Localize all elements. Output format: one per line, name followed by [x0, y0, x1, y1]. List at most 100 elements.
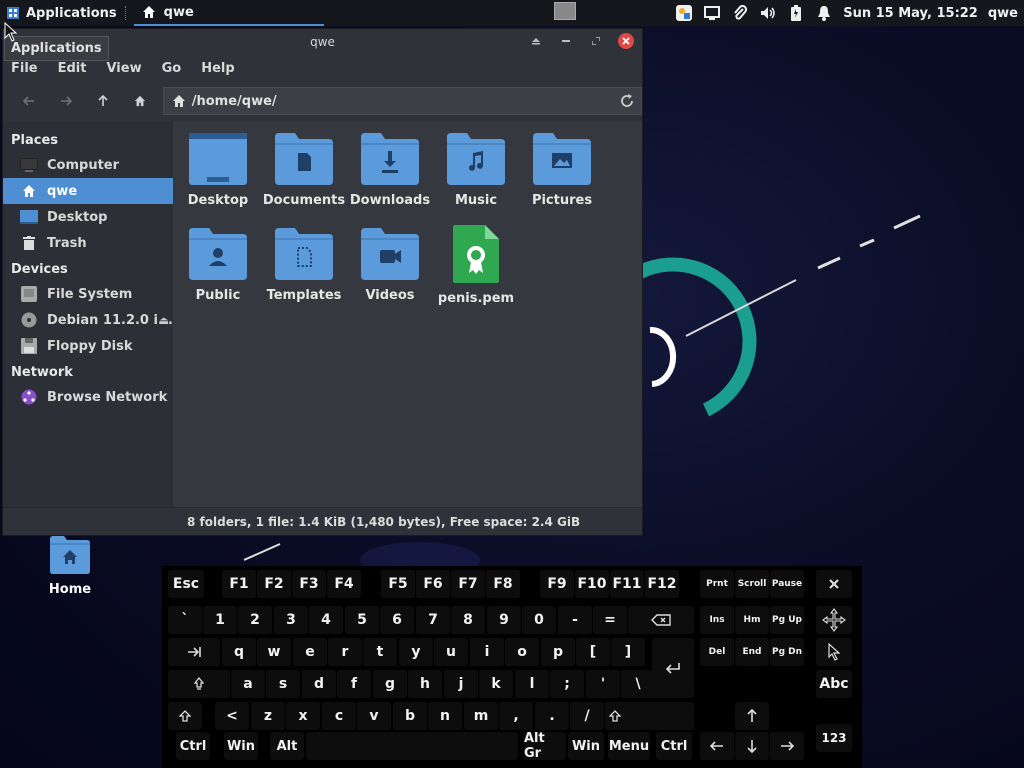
- key-2[interactable]: 2: [238, 606, 272, 634]
- key-arrow-right[interactable]: [770, 732, 804, 760]
- file-item-music[interactable]: Music: [433, 133, 519, 208]
- location-bar[interactable]: /home/qwe/: [162, 87, 642, 115]
- file-item-documents[interactable]: Documents: [261, 133, 347, 208]
- key-tab[interactable]: [168, 638, 220, 666]
- key-arrow-down[interactable]: [735, 732, 769, 760]
- key-1[interactable]: 1: [203, 606, 237, 634]
- key-ctrl-left[interactable]: Ctrl: [176, 732, 210, 760]
- key-end[interactable]: End: [735, 638, 769, 666]
- key-arrow-up[interactable]: [735, 702, 769, 730]
- key-f10[interactable]: F10: [575, 570, 609, 598]
- key-page-down[interactable]: Pg Dn: [770, 638, 804, 666]
- key-3[interactable]: 3: [274, 606, 308, 634]
- sidebar-item-trash[interactable]: Trash: [3, 230, 173, 256]
- sidebar-item-browse-network[interactable]: Browse Network: [3, 384, 173, 410]
- sidebar-item-floppy-disk[interactable]: Floppy Disk: [3, 333, 173, 359]
- key-j[interactable]: j: [444, 670, 478, 698]
- key-7[interactable]: 7: [416, 606, 450, 634]
- keyboard-close-button[interactable]: [816, 570, 852, 598]
- key-scroll-lock[interactable]: Scroll: [735, 570, 769, 598]
- parent-folder-button[interactable]: [85, 86, 122, 116]
- key-p[interactable]: p: [541, 638, 575, 666]
- key-0[interactable]: 0: [522, 606, 556, 634]
- key-f9[interactable]: F9: [540, 570, 574, 598]
- notifications-bell-icon[interactable]: [815, 4, 833, 22]
- key-abc-mode[interactable]: Abc: [816, 670, 852, 698]
- file-item-pictures[interactable]: Pictures: [519, 133, 605, 208]
- key-win-right[interactable]: Win: [568, 732, 604, 760]
- menu-file[interactable]: File: [11, 61, 38, 76]
- home-button[interactable]: [122, 86, 159, 116]
- key-t[interactable]: t: [363, 638, 397, 666]
- key-q[interactable]: q: [222, 638, 256, 666]
- key-f7[interactable]: F7: [451, 570, 485, 598]
- key-l[interactable]: l: [515, 670, 549, 698]
- key-quote[interactable]: ': [586, 670, 620, 698]
- clipboard-icon[interactable]: [731, 4, 749, 22]
- key-e[interactable]: e: [293, 638, 327, 666]
- battery-icon[interactable]: [787, 4, 805, 22]
- key-semicolon[interactable]: ;: [550, 670, 584, 698]
- file-item-desktop[interactable]: Desktop: [175, 133, 261, 208]
- key-backspace[interactable]: [628, 606, 694, 634]
- key-delete[interactable]: Del: [700, 638, 734, 666]
- key-right-bracket[interactable]: ]: [611, 638, 645, 666]
- menu-view[interactable]: View: [106, 61, 141, 76]
- file-item-videos[interactable]: Videos: [347, 228, 433, 303]
- key-f2[interactable]: F2: [257, 570, 291, 598]
- key-backtick[interactable]: `: [168, 606, 202, 634]
- key-caps-lock[interactable]: [168, 670, 230, 698]
- menu-edit[interactable]: Edit: [58, 61, 87, 76]
- key-9[interactable]: 9: [487, 606, 521, 634]
- key-backslash[interactable]: \: [621, 670, 655, 698]
- clock[interactable]: Sun 15 May, 15:22: [843, 6, 978, 21]
- key-k[interactable]: k: [479, 670, 513, 698]
- key-comma[interactable]: ,: [499, 702, 533, 730]
- key-c[interactable]: c: [322, 702, 356, 730]
- key-h[interactable]: h: [408, 670, 442, 698]
- key-b[interactable]: b: [393, 702, 427, 730]
- key-shift-right[interactable]: [605, 702, 694, 730]
- key-space[interactable]: [306, 732, 518, 760]
- key-f1[interactable]: F1: [222, 570, 256, 598]
- key-left-bracket[interactable]: [: [576, 638, 610, 666]
- key-less-than[interactable]: <: [215, 702, 249, 730]
- applications-menu-button[interactable]: Applications: [0, 0, 123, 26]
- shade-button[interactable]: [528, 33, 544, 49]
- key-enter[interactable]: [652, 638, 694, 698]
- desktop-icon-home[interactable]: Home: [40, 536, 100, 597]
- key-a[interactable]: a: [231, 670, 265, 698]
- key-m[interactable]: m: [464, 702, 498, 730]
- sidebar-item-computer[interactable]: Computer: [3, 152, 173, 178]
- key-n[interactable]: n: [428, 702, 462, 730]
- key-x[interactable]: x: [286, 702, 320, 730]
- key-u[interactable]: u: [434, 638, 468, 666]
- key-numeric-mode[interactable]: 123: [816, 724, 852, 752]
- close-button[interactable]: [618, 33, 634, 49]
- key-r[interactable]: r: [328, 638, 362, 666]
- key-4[interactable]: 4: [309, 606, 343, 634]
- sidebar-item-desktop[interactable]: Desktop: [3, 204, 173, 230]
- volume-icon[interactable]: [759, 4, 777, 22]
- key-d[interactable]: d: [302, 670, 336, 698]
- key-o[interactable]: o: [505, 638, 539, 666]
- key-z[interactable]: z: [251, 702, 285, 730]
- keyboard-pointer-button[interactable]: [816, 638, 852, 666]
- reload-icon[interactable]: [619, 93, 635, 109]
- key-home[interactable]: Hm: [735, 606, 769, 634]
- key-y[interactable]: y: [399, 638, 433, 666]
- key-f8[interactable]: F8: [486, 570, 520, 598]
- minimize-button[interactable]: [558, 33, 574, 49]
- workspace-switcher[interactable]: [554, 2, 576, 20]
- screen-icon[interactable]: [703, 4, 721, 22]
- key-slash[interactable]: /: [570, 702, 604, 730]
- key-f11[interactable]: F11: [610, 570, 644, 598]
- key-s[interactable]: s: [266, 670, 300, 698]
- forward-button[interactable]: [48, 86, 85, 116]
- key-alt-left[interactable]: Alt: [270, 732, 304, 760]
- key-g[interactable]: g: [373, 670, 407, 698]
- key-arrow-left[interactable]: [700, 732, 734, 760]
- key-shift-left[interactable]: [168, 702, 202, 730]
- eject-icon[interactable]: ⏏: [159, 314, 169, 327]
- key-print-screen[interactable]: Prnt: [700, 570, 734, 598]
